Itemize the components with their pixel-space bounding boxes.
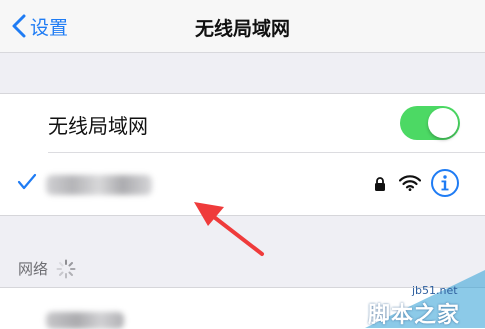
connected-network-row[interactable] (0, 153, 485, 215)
networks-header-label: 网络 (18, 260, 49, 278)
network-name-redacted (46, 175, 152, 195)
page-title: 无线局域网 (194, 18, 290, 40)
watermark-url: jb51.net (412, 284, 458, 297)
toggle-knob (428, 108, 458, 138)
wifi-toggle-row: 无线局域网 (0, 94, 485, 152)
wifi-settings-group: 无线局域网 (0, 93, 485, 216)
navigation-bar: 设置 无线局域网 (0, 0, 485, 53)
wifi-icon (399, 175, 421, 191)
info-icon[interactable] (430, 168, 460, 198)
network-name-redacted[interactable] (46, 312, 124, 329)
wifi-toggle-switch[interactable] (400, 106, 460, 140)
loading-spinner-icon (56, 259, 76, 278)
networks-section-header: 网络 (18, 258, 76, 279)
checkmark-icon (17, 173, 37, 190)
lock-icon (375, 177, 385, 191)
wifi-toggle-label: 无线局域网 (48, 114, 148, 138)
watermark-logo: 脚本之家 (368, 302, 461, 328)
